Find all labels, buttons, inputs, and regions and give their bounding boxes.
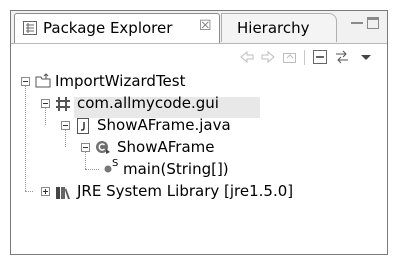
- collapse-icon[interactable]: [21, 77, 30, 86]
- tree-row-project[interactable]: ImportWizardTest: [11, 71, 387, 93]
- tree-row-method[interactable]: S main(String[]): [11, 158, 387, 181]
- up-icon[interactable]: [282, 49, 298, 65]
- minimize-icon[interactable]: [351, 22, 363, 24]
- tree-row-library[interactable]: JRE System Library [jre1.5.0]: [11, 181, 387, 203]
- package-explorer-icon: [23, 21, 37, 35]
- class-icon: [96, 141, 110, 154]
- view-toolbar: [11, 44, 387, 70]
- tree-label-project: ImportWizardTest: [55, 72, 186, 90]
- tree-row-java-file[interactable]: ShowAFrame.java: [11, 115, 387, 137]
- tree-label-java-file: ShowAFrame.java: [97, 116, 231, 134]
- maximize-icon[interactable]: [367, 17, 379, 29]
- tab-package-explorer[interactable]: Package Explorer ☒: [14, 13, 220, 43]
- package-explorer-view: Package Explorer ☒ Hierarchy ImportWizar…: [10, 10, 388, 255]
- collapse-icon[interactable]: [41, 99, 50, 108]
- collapse-all-icon[interactable]: [312, 49, 328, 65]
- collapse-icon[interactable]: [61, 121, 70, 130]
- tree-label-library: JRE System Library [jre1.5.0]: [77, 182, 294, 200]
- view-menu-icon[interactable]: [358, 49, 374, 65]
- tab-label-package-explorer: Package Explorer: [43, 19, 173, 37]
- tree-label-class: ShowAFrame: [117, 138, 215, 156]
- tree-label-method: main(String[]): [123, 160, 229, 178]
- project-folder-icon: [35, 73, 51, 88]
- expand-icon[interactable]: [41, 187, 50, 196]
- library-icon: [56, 187, 70, 199]
- view-tab-bar: Package Explorer ☒ Hierarchy: [11, 11, 387, 44]
- close-icon[interactable]: ☒: [199, 18, 212, 34]
- package-icon: [56, 97, 70, 111]
- tree-row-package[interactable]: com.allmycode.gui: [11, 93, 387, 115]
- link-with-editor-icon[interactable]: [334, 49, 350, 65]
- tree-row-class[interactable]: ShowAFrame: [11, 137, 387, 159]
- tree-label-package: com.allmycode.gui: [77, 94, 219, 112]
- collapse-icon[interactable]: [81, 143, 90, 152]
- forward-icon[interactable]: [260, 49, 276, 65]
- static-modifier-label: S: [112, 158, 119, 169]
- toolbar-separator: [304, 50, 305, 65]
- tab-label-hierarchy: Hierarchy: [237, 19, 310, 37]
- back-icon[interactable]: [239, 49, 255, 65]
- tab-hierarchy[interactable]: Hierarchy: [221, 13, 337, 42]
- java-file-icon: [77, 118, 89, 134]
